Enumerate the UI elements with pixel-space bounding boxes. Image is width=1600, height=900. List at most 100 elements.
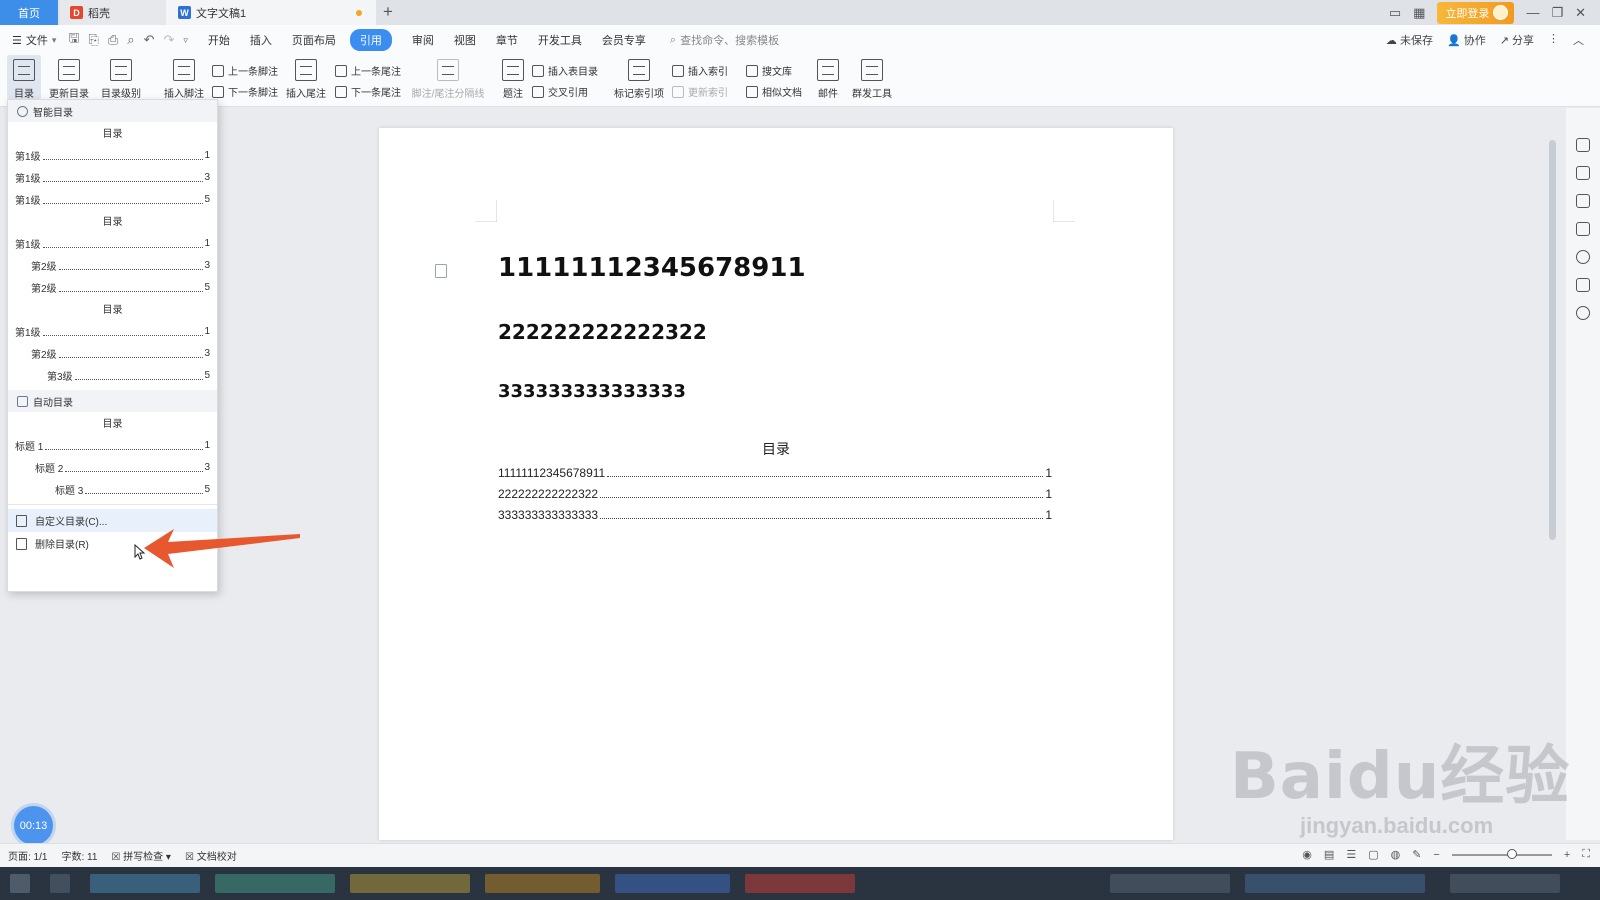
taskbar-app[interactable] bbox=[485, 874, 600, 893]
collaborate-button[interactable]: 👤 协作 bbox=[1447, 32, 1486, 48]
proofread[interactable]: ☒ 文档校对 bbox=[185, 848, 237, 863]
command-search[interactable]: ⌕ 查找命令、搜索模板 bbox=[670, 32, 779, 48]
paragraph-handle-icon[interactable] bbox=[435, 264, 447, 278]
toc-line-label: 第2级 bbox=[31, 279, 58, 295]
export-icon[interactable]: ⎘ bbox=[88, 32, 98, 48]
mark-index-button[interactable]: 标记索引项 bbox=[612, 55, 666, 100]
doc-toc-entry[interactable]: 222222222222322 1 bbox=[498, 480, 1052, 501]
outline-view-icon[interactable]: ☰ bbox=[1346, 848, 1356, 861]
tab-docer[interactable]: D 稻壳 bbox=[60, 0, 166, 25]
prev-footnote-button[interactable]: 上一条脚注 bbox=[212, 63, 278, 78]
insert-footnote-button[interactable]: 插入脚注 bbox=[163, 55, 205, 100]
fullscreen-icon[interactable]: ⛶ bbox=[1582, 848, 1590, 861]
doc-toc-entry[interactable]: 11111112345678911 1 bbox=[498, 459, 1052, 480]
zoom-knob[interactable] bbox=[1506, 848, 1517, 859]
minimize-icon[interactable]: — bbox=[1526, 5, 1539, 20]
start-icon[interactable] bbox=[10, 874, 30, 893]
insert-index-button[interactable]: 插入索引 bbox=[672, 63, 728, 78]
style-icon[interactable] bbox=[1576, 138, 1590, 152]
menu-view[interactable]: 视图 bbox=[454, 32, 476, 48]
toc-template-2[interactable]: 目录 第1级 1 第2级 3 第2级 5 bbox=[8, 210, 217, 298]
print-icon[interactable]: ⎙ bbox=[108, 32, 118, 48]
zoom-slider[interactable] bbox=[1451, 848, 1552, 859]
toc-template-3[interactable]: 目录 第1级 1 第2级 3 第3级 5 bbox=[8, 298, 217, 386]
menu-developer[interactable]: 开发工具 bbox=[538, 32, 582, 48]
menu-vip[interactable]: 会员专享 bbox=[602, 32, 646, 48]
redo-icon[interactable]: ↷ bbox=[163, 32, 174, 48]
auto-toc-template[interactable]: 目录 标题 1 1 标题 2 3 标题 3 5 bbox=[8, 412, 217, 500]
taskbar-app[interactable] bbox=[350, 874, 470, 893]
update-toc-icon bbox=[58, 59, 80, 81]
toc-line-page: 5 bbox=[204, 369, 210, 381]
login-button[interactable]: 立即登录 bbox=[1437, 1, 1515, 24]
cross-reference-button[interactable]: 交叉引用 bbox=[532, 84, 588, 99]
image-icon[interactable] bbox=[1576, 278, 1590, 292]
apps-grid-icon[interactable]: ▦ bbox=[1413, 5, 1425, 21]
collapse-ribbon-icon[interactable]: ︿ bbox=[1573, 32, 1584, 48]
menu-section[interactable]: 章节 bbox=[496, 32, 518, 48]
taskbar-app-icon[interactable] bbox=[50, 874, 70, 893]
undo-icon[interactable]: ↶ bbox=[144, 32, 155, 48]
pen-icon[interactable] bbox=[1576, 166, 1590, 180]
taskbar-app[interactable] bbox=[215, 874, 335, 893]
page-view-icon[interactable]: ▤ bbox=[1324, 848, 1334, 861]
web-view-icon[interactable]: ◍ bbox=[1391, 848, 1401, 861]
tab-home[interactable]: 首页 bbox=[0, 0, 58, 25]
insert-table-toc-button[interactable]: 插入表目录 bbox=[532, 63, 598, 78]
location-icon[interactable] bbox=[1576, 306, 1590, 320]
toc-button[interactable]: 目录 bbox=[7, 55, 41, 100]
cursor-icon[interactable] bbox=[1576, 194, 1590, 208]
doc-toc-entry[interactable]: 333333333333333 1 bbox=[498, 501, 1052, 522]
eye-icon[interactable]: ◉ bbox=[1302, 848, 1312, 861]
mass-tool-button[interactable]: 群发工具 bbox=[846, 55, 898, 100]
layout-icon[interactable]: ▭ bbox=[1389, 5, 1401, 21]
new-tab-button[interactable]: + bbox=[383, 2, 393, 22]
search-library-button[interactable]: 搜文库 bbox=[746, 63, 792, 78]
help-icon[interactable] bbox=[1576, 250, 1590, 264]
update-index-button[interactable]: 更新索引 bbox=[672, 84, 728, 99]
write-mode-icon[interactable]: ✎ bbox=[1412, 848, 1421, 861]
menu-references[interactable]: 引用 bbox=[349, 29, 392, 51]
mail-button[interactable]: 邮件 bbox=[815, 55, 841, 100]
more-icon[interactable]: ⋮ bbox=[1548, 32, 1559, 48]
spell-check[interactable]: ☒ 拼写检查 ▾ bbox=[111, 848, 171, 863]
toc-label: 目录 bbox=[14, 89, 34, 100]
zoom-in-icon[interactable]: + bbox=[1564, 849, 1570, 861]
prev-endnote-label: 上一条尾注 bbox=[351, 67, 401, 78]
restore-icon[interactable]: ❐ bbox=[1551, 5, 1563, 21]
next-footnote-button[interactable]: 下一条脚注 bbox=[212, 84, 278, 99]
update-toc-button[interactable]: 更新目录 bbox=[48, 55, 90, 100]
prev-endnote-button[interactable]: 上一条尾注 bbox=[335, 63, 401, 78]
word-count[interactable]: 字数: 11 bbox=[61, 848, 97, 863]
page-count[interactable]: 页面: 1/1 bbox=[8, 848, 47, 863]
customize-icon[interactable]: ▿ bbox=[183, 35, 188, 46]
toc-level-button[interactable]: 目录级别 bbox=[97, 55, 145, 100]
menu-insert[interactable]: 插入 bbox=[250, 32, 272, 48]
document-page[interactable]: 11111112345678911 222222222222322 333333… bbox=[379, 128, 1173, 840]
menu-review[interactable]: 审阅 bbox=[412, 32, 434, 48]
read-view-icon[interactable]: ▢ bbox=[1368, 848, 1378, 861]
save-icon[interactable]: 🖫 bbox=[68, 29, 79, 51]
menu-start[interactable]: 开始 bbox=[208, 32, 230, 48]
next-endnote-button[interactable]: 下一条尾注 bbox=[335, 84, 401, 99]
caption-button[interactable]: 题注 bbox=[500, 55, 526, 100]
taskbar-app[interactable] bbox=[615, 874, 730, 893]
toc-template-1[interactable]: 目录 第1级 1 第1级 3 第1级 5 bbox=[8, 122, 217, 210]
similar-docs-button[interactable]: 相似文档 bbox=[746, 84, 802, 99]
footnote-separator-button[interactable]: 脚注/尾注分隔线 bbox=[408, 55, 488, 100]
share-button[interactable]: ↗ 分享 bbox=[1500, 32, 1534, 48]
scrollbar-thumb[interactable] bbox=[1549, 140, 1556, 540]
taskbar-app[interactable] bbox=[745, 874, 855, 893]
tab-document[interactable]: W 文字文稿1 bbox=[166, 0, 376, 25]
taskbar-app[interactable] bbox=[90, 874, 200, 893]
system-tray[interactable] bbox=[1110, 874, 1230, 893]
print-preview-icon[interactable]: ⌕ bbox=[127, 32, 134, 48]
close-icon[interactable]: ✕ bbox=[1575, 5, 1586, 21]
menu-layout[interactable]: 页面布局 bbox=[292, 32, 336, 48]
unsaved-button[interactable]: ☁ 未保存 bbox=[1386, 32, 1433, 48]
insert-endnote-button[interactable]: 插入尾注 bbox=[285, 55, 327, 100]
file-menu[interactable]: ☰ 文件 ▾ bbox=[12, 32, 56, 48]
tray-icons[interactable] bbox=[1245, 874, 1425, 893]
zoom-out-icon[interactable]: − bbox=[1433, 849, 1439, 861]
sliders-icon[interactable] bbox=[1576, 222, 1590, 236]
